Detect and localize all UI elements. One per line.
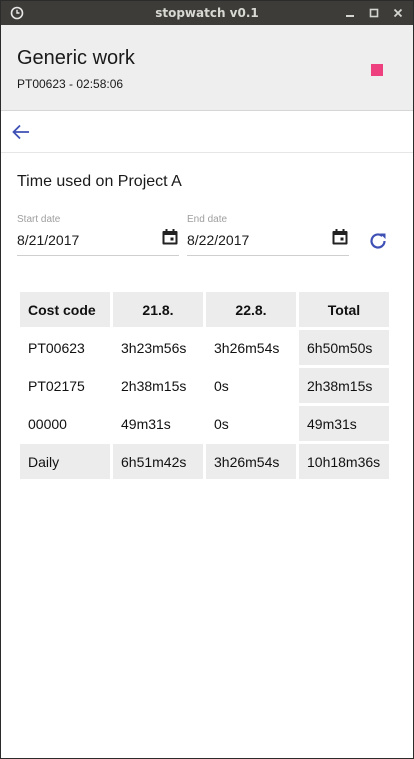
stop-icon[interactable] (371, 64, 383, 76)
close-icon[interactable] (392, 7, 404, 19)
daily-total-row: Daily 6h51m42s 3h26m54s 10h18m36s (20, 444, 389, 479)
task-timer: PT00623 - 02:58:06 (17, 77, 124, 91)
table-row: PT00623 3h23m56s 3h26m54s 6h50m50s (20, 330, 389, 365)
day-1-cell: 49m31s (121, 415, 171, 432)
back-arrow-icon[interactable] (11, 122, 31, 142)
day-1-cell: 3h23m56s (121, 339, 187, 356)
start-date-label: Start date (17, 214, 61, 225)
day-2-cell: 3h26m54s (214, 339, 280, 356)
cost-code-cell: PT00623 (28, 339, 85, 356)
daily-label-cell: Daily (20, 444, 110, 479)
refresh-icon[interactable] (367, 230, 389, 252)
total-cell: 49m31s (299, 406, 389, 441)
cost-code-cell: 00000 (28, 415, 67, 432)
daily-day-1-cell: 6h51m42s (113, 444, 203, 479)
start-date-field[interactable]: Start date 8/21/2017 (17, 212, 179, 256)
header-cost-code: Cost code (20, 292, 110, 327)
task-title: Generic work (17, 47, 135, 69)
start-date-value[interactable]: 8/21/2017 (17, 232, 79, 248)
report-title: Time used on Project A (17, 173, 182, 190)
cost-code-cell: PT02175 (28, 377, 85, 394)
task-header: Generic work PT00623 - 02:58:06 (1, 25, 413, 111)
table-row: 00000 49m31s 0s 49m31s (20, 406, 389, 441)
title-bar: stopwatch v0.1 (1, 1, 413, 25)
calendar-icon[interactable] (161, 228, 179, 246)
app-window: stopwatch v0.1 Generic work PT00623 - 02… (0, 0, 414, 759)
day-2-cell: 0s (214, 377, 229, 394)
end-date-label: End date (187, 214, 228, 225)
header-total: Total (299, 292, 389, 327)
end-date-value[interactable]: 8/22/2017 (187, 232, 249, 248)
cost-report-table: Cost code 21.8. 22.8. Total PT00623 3h23… (17, 289, 392, 482)
minimize-icon[interactable] (344, 7, 356, 19)
header-day-1: 21.8. (113, 292, 203, 327)
table-row: PT02175 2h38m15s 0s 2h38m15s (20, 368, 389, 403)
day-2-cell: 0s (214, 415, 229, 432)
header-day-2: 22.8. (206, 292, 296, 327)
daily-day-2-cell: 3h26m54s (206, 444, 296, 479)
day-1-cell: 2h38m15s (121, 377, 187, 394)
maximize-icon[interactable] (368, 7, 380, 19)
table-header-row: Cost code 21.8. 22.8. Total (20, 292, 389, 327)
toolbar (1, 112, 413, 153)
daily-total-cell: 10h18m36s (299, 444, 389, 479)
calendar-icon[interactable] (331, 228, 349, 246)
total-cell: 2h38m15s (299, 368, 389, 403)
total-cell: 6h50m50s (299, 330, 389, 365)
end-date-field[interactable]: End date 8/22/2017 (187, 212, 349, 256)
